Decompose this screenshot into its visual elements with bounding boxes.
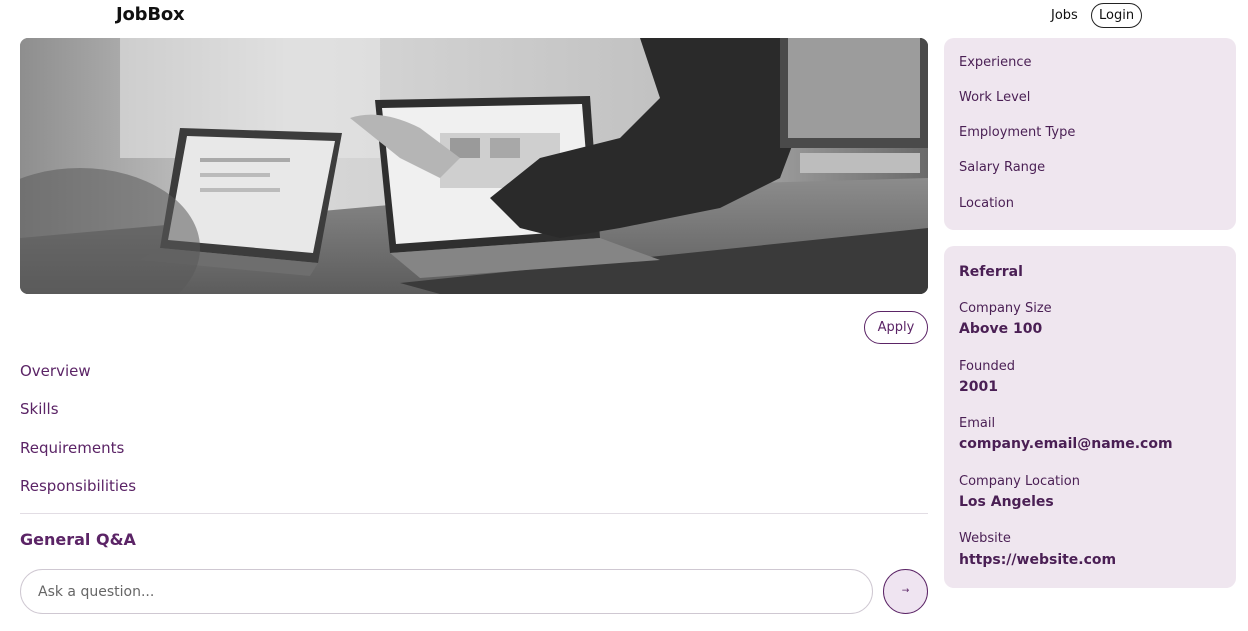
detail-salary-range: Salary Range	[959, 160, 1046, 175]
brand-logo[interactable]: JobBox	[116, 4, 185, 25]
ask-question-input[interactable]	[20, 569, 873, 614]
company-size-label: Company Size	[959, 301, 1052, 316]
login-button[interactable]: Login	[1091, 3, 1143, 28]
detail-location: Location	[959, 196, 1014, 211]
job-details-card: Experience Work Level Employment Type Sa…	[944, 38, 1236, 230]
office-laptops-photo-icon	[20, 38, 928, 294]
detail-employment-type: Employment Type	[959, 125, 1076, 140]
job-hero-image	[20, 38, 928, 294]
founded-value: 2001	[959, 379, 998, 395]
section-link-requirements[interactable]: Requirements	[20, 439, 124, 457]
nav-link-jobs[interactable]: Jobs	[1051, 8, 1078, 23]
company-size-value: Above 100	[959, 321, 1043, 337]
email-value[interactable]: company.email@name.com	[959, 436, 1173, 452]
detail-experience: Experience	[959, 55, 1032, 70]
website-link[interactable]: https://website.com	[959, 552, 1116, 568]
qa-title: General Q&A	[20, 530, 136, 549]
send-question-button[interactable]: →	[883, 569, 928, 614]
founded-label: Founded	[959, 359, 1015, 374]
apply-button[interactable]: Apply	[864, 311, 928, 344]
company-info-card: Referral Company Size Above 100 Founded …	[944, 246, 1236, 588]
section-link-responsibilities[interactable]: Responsibilities	[20, 477, 136, 495]
top-navbar: JobBox Jobs Login	[0, 0, 1248, 32]
arrow-right-icon: →	[901, 586, 910, 596]
email-label: Email	[959, 416, 996, 431]
section-link-overview[interactable]: Overview	[20, 362, 91, 380]
section-divider	[20, 513, 928, 514]
company-location-label: Company Location	[959, 474, 1080, 489]
website-label: Website	[959, 531, 1011, 546]
detail-work-level: Work Level	[959, 90, 1031, 105]
company-location-value: Los Angeles	[959, 494, 1054, 510]
section-link-skills[interactable]: Skills	[20, 400, 59, 418]
company-card-heading: Referral	[959, 264, 1023, 280]
